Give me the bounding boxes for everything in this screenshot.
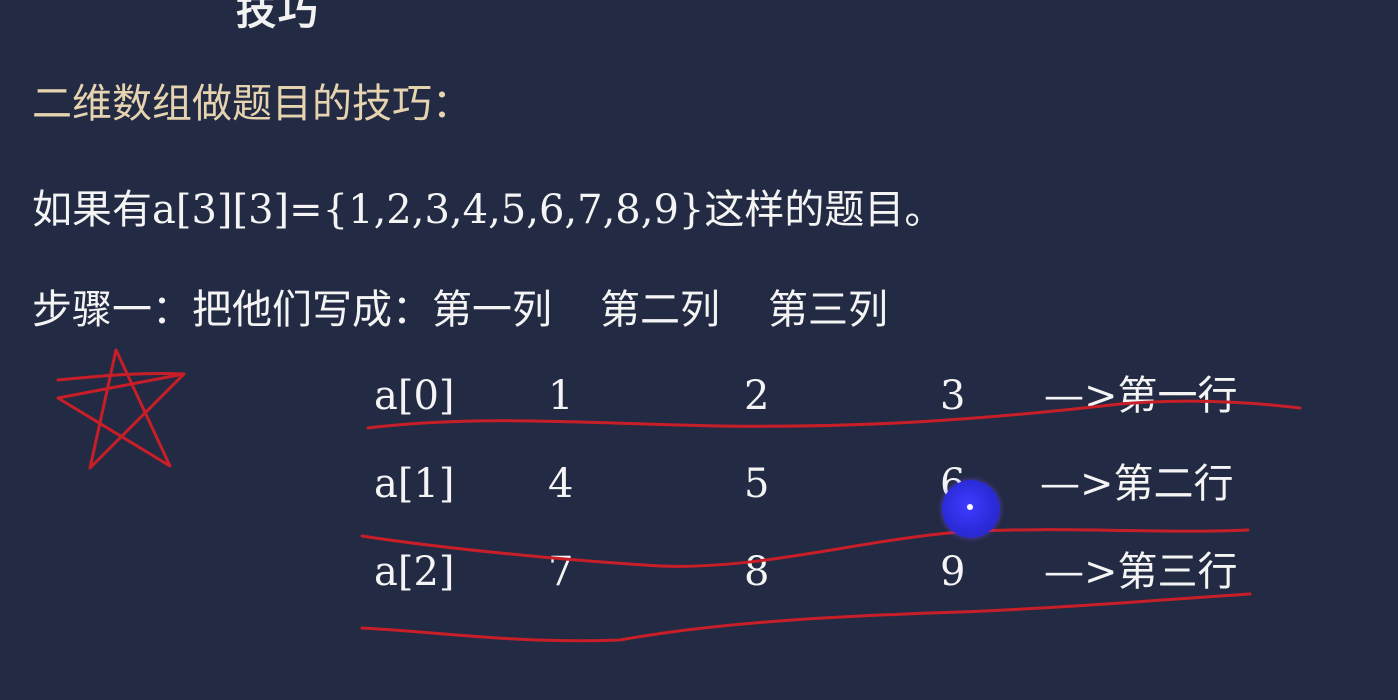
lesson-slide: 技巧 二维数组做题目的技巧： 如果有a[3][3]={1,2,3,4,5,6,7… — [0, 0, 1398, 700]
row-name: a[0] — [374, 373, 455, 419]
matrix-cell: 7 — [548, 549, 574, 595]
row-name: a[2] — [374, 549, 455, 595]
matrix-cell: 9 — [940, 549, 966, 595]
matrix-cell: 3 — [940, 373, 966, 419]
matrix-cell: 2 — [744, 373, 770, 419]
column-label-1: 第一列 — [432, 287, 552, 333]
row-arrow-label: —>第一行 — [1044, 373, 1238, 419]
matrix-cell: 5 — [744, 461, 770, 507]
step-one-label: 步骤一：把他们写成： — [32, 287, 432, 333]
cut-off-heading: 技巧 — [236, 0, 320, 34]
row-arrow-label: —>第三行 — [1044, 549, 1238, 595]
column-label-2: 第二列 — [600, 287, 720, 333]
matrix-cell: 8 — [744, 549, 770, 595]
pointer-highlight-icon — [942, 480, 1000, 538]
underline-row-3 — [360, 592, 1252, 643]
step-one-line: 步骤一：把他们写成：第一列 第二列 第三列 — [32, 286, 888, 334]
row-name: a[1] — [374, 461, 455, 507]
example-statement: 如果有a[3][3]={1,2,3,4,5,6,7,8,9}这样的题目。 — [32, 187, 945, 233]
matrix-cell: 1 — [548, 373, 574, 419]
row-arrow-label: —>第二行 — [1040, 461, 1234, 507]
hand-drawn-star-icon — [56, 348, 186, 470]
matrix-cell: 4 — [548, 461, 574, 507]
slide-title: 二维数组做题目的技巧： — [32, 81, 472, 127]
column-label-3: 第三列 — [768, 287, 888, 333]
